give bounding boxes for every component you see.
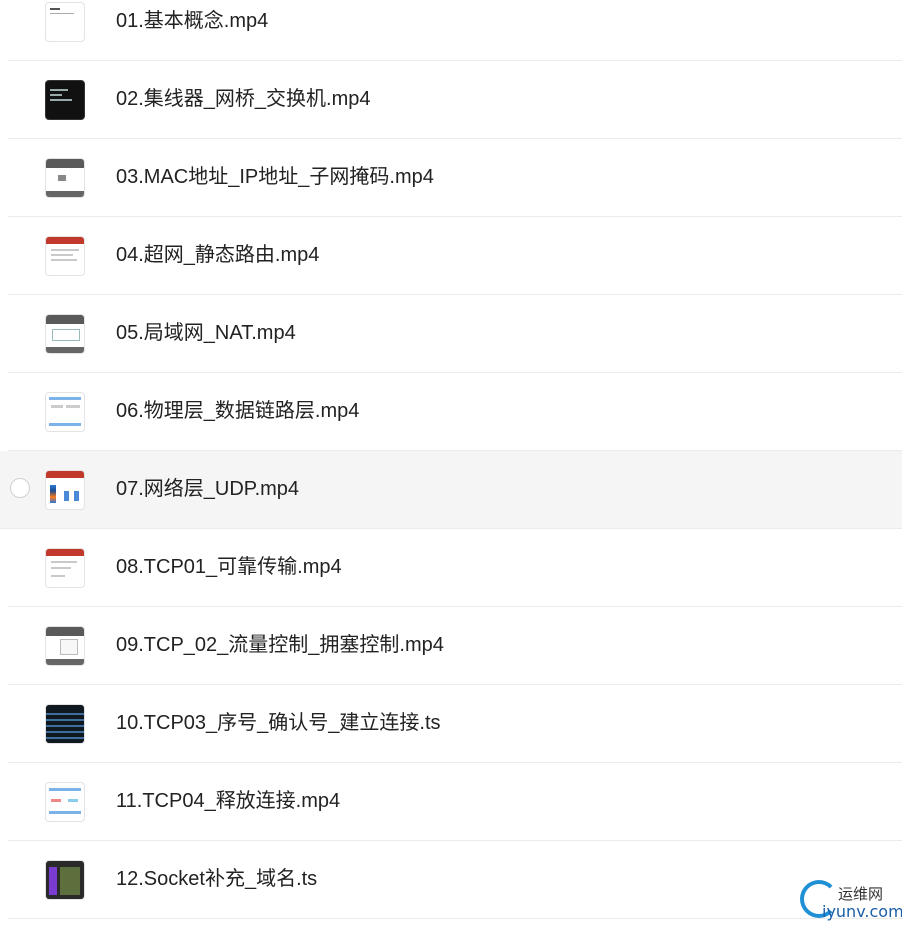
file-name: 10.TCP03_序号_确认号_建立连接.ts [116, 712, 441, 734]
video-thumbnail [45, 548, 85, 588]
file-name: 03.MAC地址_IP地址_子网掩码.mp4 [116, 166, 434, 188]
file-name: 08.TCP01_可靠传输.mp4 [116, 556, 342, 578]
file-name: 05.局域网_NAT.mp4 [116, 322, 296, 344]
list-item[interactable]: 01.基本概念.mp4 [8, 0, 902, 61]
list-item[interactable]: 09.TCP_02_流量控制_拥塞控制.mp4 [8, 607, 902, 685]
video-thumbnail [45, 470, 85, 510]
file-name: 09.TCP_02_流量控制_拥塞控制.mp4 [116, 634, 444, 656]
list-item-hovered[interactable]: 07.网络层_UDP.mp4 [0, 451, 902, 529]
video-thumbnail [45, 314, 85, 354]
list-item[interactable]: 12.Socket补充_域名.ts [8, 841, 902, 919]
list-item[interactable]: 10.TCP03_序号_确认号_建立连接.ts [8, 685, 902, 763]
video-thumbnail [45, 80, 85, 120]
file-name: 04.超网_静态路由.mp4 [116, 244, 320, 266]
list-item[interactable]: 06.物理层_数据链路层.mp4 [8, 373, 902, 451]
file-name: 01.基本概念.mp4 [116, 10, 269, 32]
list-item[interactable]: 05.局域网_NAT.mp4 [8, 295, 902, 373]
watermark-logo: 运维网 iyunv.com [798, 880, 902, 927]
file-list: 01.基本概念.mp4 02.集线器_网桥_交换机.mp4 03.MAC地址_I… [0, 0, 902, 919]
video-thumbnail [45, 704, 85, 744]
video-thumbnail [45, 392, 85, 432]
video-thumbnail [45, 626, 85, 666]
video-thumbnail [45, 782, 85, 822]
file-name: 06.物理层_数据链路层.mp4 [116, 400, 360, 422]
file-name: 11.TCP04_释放连接.mp4 [116, 790, 341, 812]
list-item[interactable]: 02.集线器_网桥_交换机.mp4 [8, 61, 902, 139]
file-name: 12.Socket补充_域名.ts [116, 868, 318, 890]
list-item[interactable]: 03.MAC地址_IP地址_子网掩码.mp4 [8, 139, 902, 217]
watermark-text-en: iyunv.com [822, 902, 902, 921]
video-thumbnail [45, 860, 85, 900]
select-radio[interactable] [10, 478, 30, 498]
file-name: 02.集线器_网桥_交换机.mp4 [116, 88, 371, 110]
video-thumbnail [45, 2, 85, 42]
watermark-text-cn: 运维网 [838, 885, 884, 903]
video-thumbnail [45, 236, 85, 276]
file-name: 07.网络层_UDP.mp4 [116, 478, 300, 500]
list-item[interactable]: 04.超网_静态路由.mp4 [8, 217, 902, 295]
video-thumbnail [45, 158, 85, 198]
list-item[interactable]: 08.TCP01_可靠传输.mp4 [8, 529, 902, 607]
list-item[interactable]: 11.TCP04_释放连接.mp4 [8, 763, 902, 841]
